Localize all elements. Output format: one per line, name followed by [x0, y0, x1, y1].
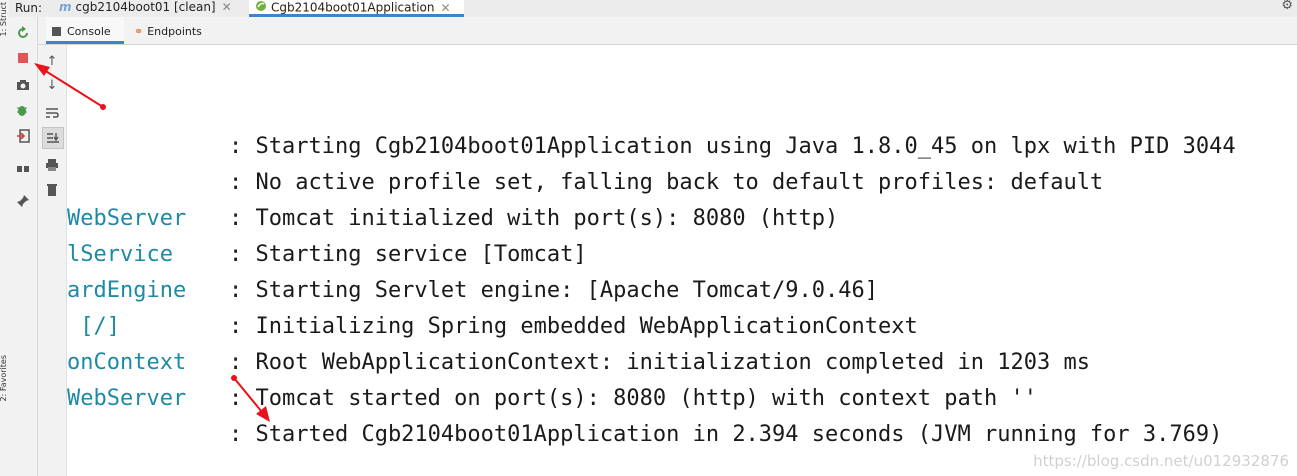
endpoints-icon: ⚭: [134, 25, 144, 38]
pin-icon[interactable]: [15, 193, 31, 209]
log-message: : Starting Cgb2104boot01Application usin…: [229, 134, 1236, 159]
log-logger: WebServer: [67, 386, 187, 411]
tab-endpoints[interactable]: ⚭ Endpoints: [128, 17, 218, 44]
watermark: https://blog.csdn.net/u012932876: [1033, 452, 1289, 470]
gear-icon[interactable]: ⚙: [1281, 0, 1293, 13]
soft-wrap-icon[interactable]: [42, 103, 62, 123]
log-message: : No active profile set, falling back to…: [229, 170, 1104, 195]
run-label: Run:: [15, 1, 43, 15]
console-subtabs: Console ⚭ Endpoints: [38, 17, 1297, 45]
run-tab-label: cgb2104boot01 [clean]: [75, 0, 216, 14]
structure-tool-label[interactable]: 1: Struct: [0, 2, 8, 36]
run-tab-label: Cgb2104boot01Application: [271, 0, 435, 15]
log-message: : Root WebApplicationContext: initializa…: [229, 350, 1090, 375]
console-output[interactable]: : Starting Cgb2104boot01Application usin…: [67, 45, 1297, 476]
rerun-icon[interactable]: [15, 25, 31, 41]
maven-icon: m: [59, 0, 72, 14]
log-message: : Started Cgb2104boot01Application in 2.…: [229, 422, 1223, 447]
log-message: : Initializing Spring embedded WebApplic…: [229, 314, 918, 339]
tab-endpoints-label: Endpoints: [147, 25, 202, 38]
close-icon[interactable]: ✕: [222, 0, 232, 14]
log-logger: lService: [67, 242, 173, 267]
close-icon[interactable]: ✕: [440, 1, 450, 15]
log-message: : Tomcat started on port(s): 8080 (http)…: [229, 386, 1037, 411]
log-logger: WebServer: [67, 206, 187, 231]
run-tab-application[interactable]: Cgb2104boot01Application ✕: [249, 0, 464, 17]
stop-icon[interactable]: [15, 50, 31, 66]
log-logger: [/]: [67, 314, 120, 339]
run-toolbar: [9, 17, 38, 476]
log-message: : Starting Servlet engine: [Apache Tomca…: [229, 278, 879, 303]
log-message: : Starting service [Tomcat]: [229, 242, 587, 267]
scroll-up-icon[interactable]: ↑: [42, 51, 62, 71]
favorites-tool-label[interactable]: 2: Favorites: [0, 355, 8, 401]
run-tab-bar: Run: m cgb2104boot01 [clean] ✕ Cgb2104boot…: [9, 0, 1297, 18]
console-toolbar: ↑ ↓: [38, 45, 67, 476]
debug-icon[interactable]: [15, 102, 31, 118]
tab-console[interactable]: Console: [46, 17, 124, 44]
print-icon[interactable]: [42, 155, 62, 175]
scroll-down-icon[interactable]: ↓: [42, 75, 62, 95]
log-logger: onContext: [67, 350, 187, 375]
log-logger: ardEngine: [67, 278, 187, 303]
console-icon: [52, 27, 61, 36]
run-tab-maven-clean[interactable]: m cgb2104boot01 [clean] ✕: [53, 0, 243, 17]
clear-trash-icon[interactable]: [42, 179, 62, 199]
exit-icon[interactable]: [15, 128, 31, 144]
camera-icon[interactable]: [15, 77, 31, 93]
layout-icon[interactable]: [15, 161, 31, 177]
scroll-to-end-icon[interactable]: [42, 127, 64, 149]
log-message: : Tomcat initialized with port(s): 8080 …: [229, 206, 839, 231]
tab-console-label: Console: [67, 25, 111, 38]
spring-boot-icon: [255, 0, 267, 16]
